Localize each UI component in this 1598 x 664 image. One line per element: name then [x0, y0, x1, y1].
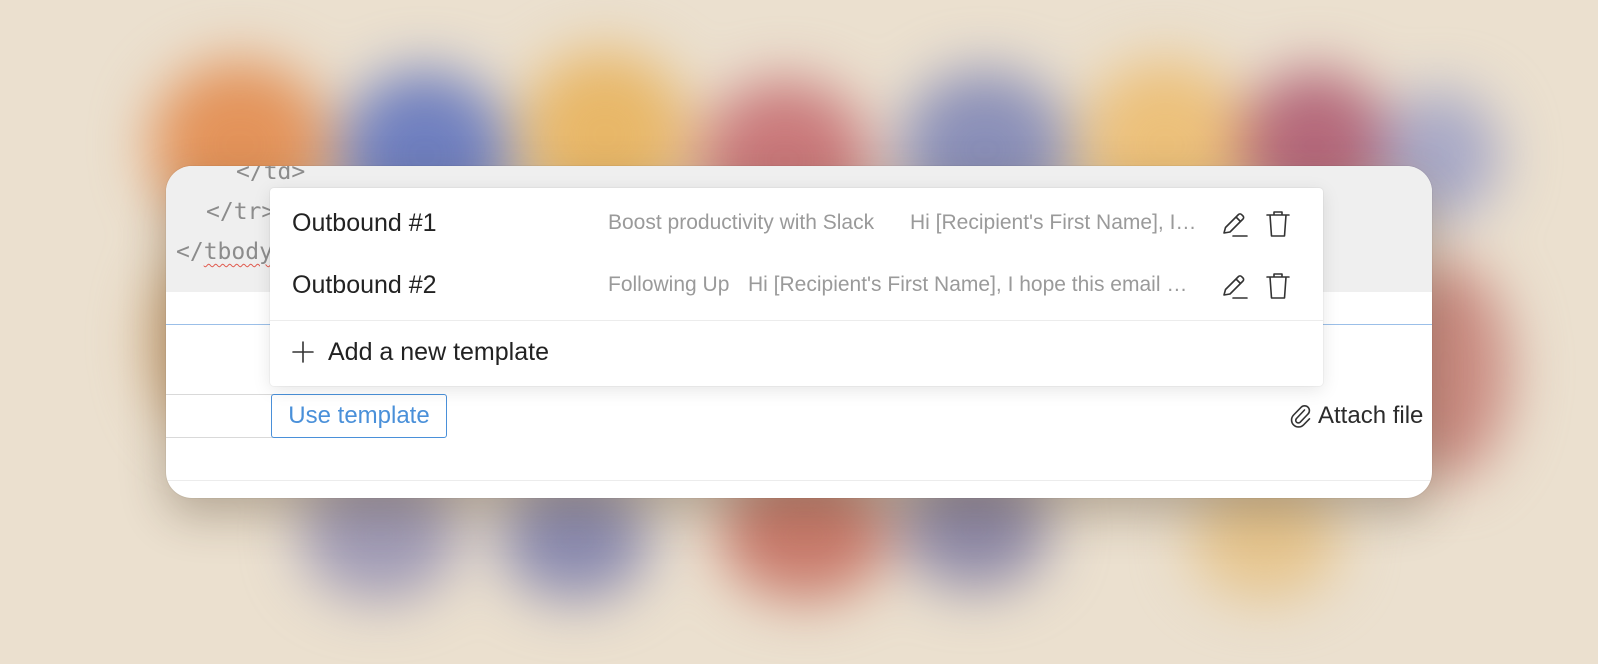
trash-icon [1266, 211, 1290, 237]
use-template-button[interactable]: Use template [271, 394, 447, 438]
plus-icon [292, 341, 314, 363]
pencil-icon [1223, 275, 1248, 299]
delete-template-button[interactable] [1263, 209, 1293, 239]
delete-template-button[interactable] [1263, 271, 1293, 301]
add-template-label: Add a new template [328, 337, 549, 366]
template-row[interactable]: Outbound #1 Boost productivity with Slac… [270, 192, 1323, 254]
attach-file-label: Attach file [1318, 402, 1424, 429]
template-preview: Hi [Recipient's First Name], I hope this… [910, 211, 1202, 234]
template-row[interactable]: Outbound #2 Following Up Hi [Recipient's… [270, 254, 1323, 316]
add-template-button[interactable]: Add a new template [270, 321, 1323, 383]
paperclip-icon [1290, 405, 1311, 428]
template-preview: Hi [Recipient's First Name], I hope this… [748, 273, 1192, 296]
attach-file-button[interactable]: Attach file [1290, 394, 1423, 438]
misspelled-word: tbody [203, 239, 273, 265]
footer-divider [166, 480, 1432, 481]
edit-template-button[interactable] [1219, 271, 1249, 301]
code-line: </td> [236, 166, 306, 185]
edit-template-button[interactable] [1219, 209, 1249, 239]
template-subject: Following Up [608, 273, 730, 296]
code-line: </tr> [206, 199, 276, 225]
pencil-icon [1223, 213, 1248, 237]
template-name: Outbound #1 [292, 209, 437, 237]
template-subject: Boost productivity with Slack [608, 211, 875, 234]
template-name: Outbound #2 [292, 271, 437, 299]
template-dropdown: Outbound #1 Boost productivity with Slac… [270, 188, 1323, 386]
trash-icon [1266, 273, 1290, 299]
